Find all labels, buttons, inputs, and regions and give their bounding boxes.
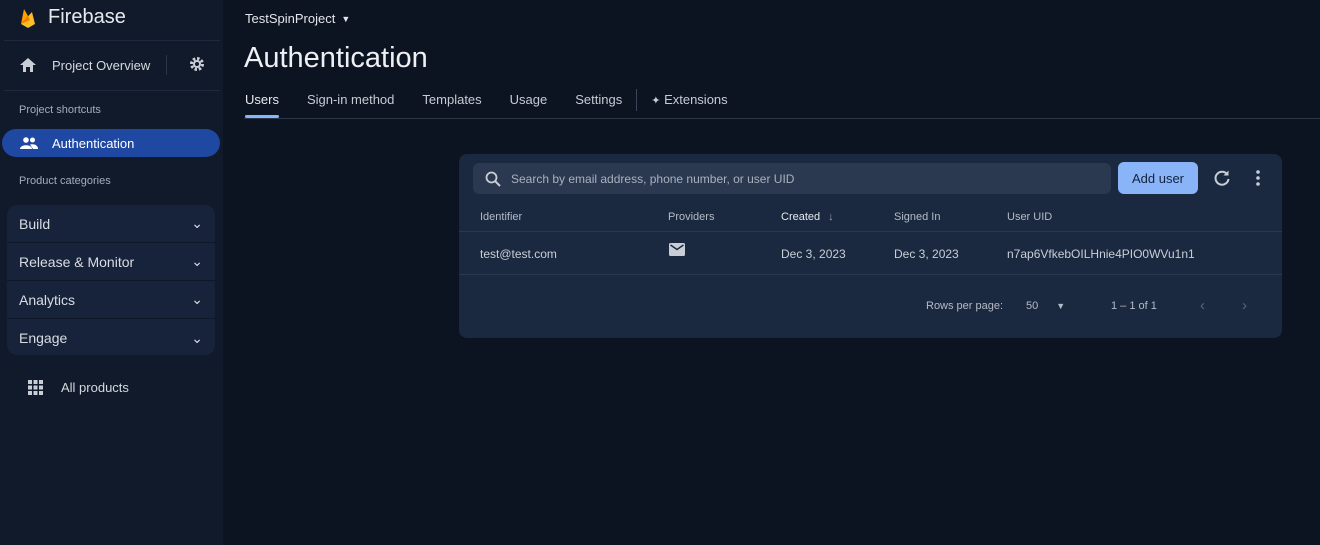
extensions-icon: ✦ <box>651 95 661 107</box>
caret-down-icon: ▼ <box>341 13 351 24</box>
all-products-label: All products <box>61 380 129 395</box>
category-engage[interactable]: Engage ⌄ <box>7 319 215 357</box>
refresh-icon[interactable] <box>1213 169 1231 187</box>
product-categories-label: Product categories <box>19 175 111 187</box>
tab-sign-in-method[interactable]: Sign-in method <box>307 92 394 118</box>
firebase-logo[interactable]: Firebase <box>20 6 126 29</box>
sidebar-item-label: Authentication <box>52 135 135 151</box>
category-label: Engage <box>19 330 68 346</box>
project-overview-label: Project Overview <box>52 57 151 73</box>
cell-created: Dec 3, 2023 <box>781 247 846 261</box>
home-icon <box>20 58 36 72</box>
rows-per-page-label: Rows per page: <box>926 300 1004 312</box>
sidebar-item-authentication[interactable]: Authentication <box>2 129 220 157</box>
category-label: Release & Monitor <box>19 253 135 270</box>
tab-users[interactable]: Users <box>245 92 279 118</box>
chevron-down-icon: ⌄ <box>191 329 203 346</box>
tab-usage[interactable]: Usage <box>510 92 548 118</box>
category-analytics[interactable]: Analytics ⌄ <box>7 281 215 319</box>
divider <box>4 90 220 91</box>
divider <box>459 231 1282 232</box>
column-header-identifier[interactable]: Identifier <box>480 211 522 223</box>
tab-settings[interactable]: Settings <box>575 92 622 118</box>
divider <box>636 89 638 111</box>
tab-label: Extensions <box>664 92 728 107</box>
project-selector[interactable]: TestSpinProject ▼ <box>245 11 350 26</box>
brand-name: Firebase <box>48 6 126 28</box>
column-header-signed-in[interactable]: Signed In <box>894 211 940 223</box>
more-vert-icon[interactable] <box>1251 169 1265 187</box>
rows-per-page-select[interactable]: 50 ▼ <box>1026 300 1065 312</box>
next-page-icon[interactable]: › <box>1242 297 1247 314</box>
column-header-user-uid[interactable]: User UID <box>1007 211 1052 223</box>
search-icon <box>485 171 501 187</box>
divider <box>166 55 167 75</box>
cell-user-uid: n7ap6VfkebOILHnie4PIO0WVu1n1 <box>1007 247 1195 261</box>
firebase-flame-icon <box>21 8 35 28</box>
project-shortcuts-label: Project shortcuts <box>19 104 101 116</box>
rows-per-page-value: 50 <box>1026 300 1039 312</box>
cell-identifier: test@test.com <box>480 247 557 261</box>
users-table-card: Search by email address, phone number, o… <box>459 154 1282 338</box>
project-name: TestSpinProject <box>245 11 336 26</box>
divider <box>244 118 1320 119</box>
divider <box>459 274 1282 275</box>
chevron-down-icon: ⌄ <box>191 291 203 307</box>
chevron-down-icon: ⌄ <box>191 215 203 231</box>
email-icon <box>669 243 685 256</box>
category-label: Build <box>19 215 51 232</box>
divider <box>4 40 220 41</box>
project-overview-link[interactable]: Project Overview <box>20 55 215 75</box>
chevron-down-icon: ⌄ <box>191 253 203 269</box>
people-icon <box>20 137 38 149</box>
sidebar: Firebase Project Overview Project shortc… <box>0 0 223 545</box>
search-placeholder: Search by email address, phone number, o… <box>511 171 795 186</box>
arrow-down-icon: ↓ <box>828 211 834 223</box>
column-header-created[interactable]: Created ↓ <box>781 211 834 223</box>
product-categories: Build ⌄ Release & Monitor ⌄ Analytics ⌄ Eng… <box>7 205 215 355</box>
column-header-providers[interactable]: Providers <box>668 211 714 223</box>
category-label: Analytics <box>19 291 76 308</box>
grid-icon <box>28 380 43 395</box>
page-title: Authentication <box>244 42 428 74</box>
tab-bar: Users Sign-in method Templates Usage Set… <box>245 89 756 118</box>
pagination-range: 1 – 1 of 1 <box>1111 300 1157 312</box>
tab-extensions[interactable]: ✦ Extensions <box>651 92 727 118</box>
all-products-link[interactable]: All products <box>28 380 129 395</box>
category-release-monitor[interactable]: Release & Monitor ⌄ <box>7 243 215 281</box>
tab-templates[interactable]: Templates <box>422 92 481 118</box>
previous-page-icon[interactable]: ‹ <box>1200 297 1205 314</box>
cell-signed-in: Dec 3, 2023 <box>894 247 959 261</box>
category-build[interactable]: Build ⌄ <box>7 205 215 243</box>
gear-icon[interactable] <box>189 56 205 72</box>
caret-down-icon: ▼ <box>1056 301 1066 311</box>
add-user-button[interactable]: Add user <box>1118 162 1198 194</box>
column-label: Created <box>781 211 821 223</box>
search-input[interactable]: Search by email address, phone number, o… <box>473 163 1111 194</box>
